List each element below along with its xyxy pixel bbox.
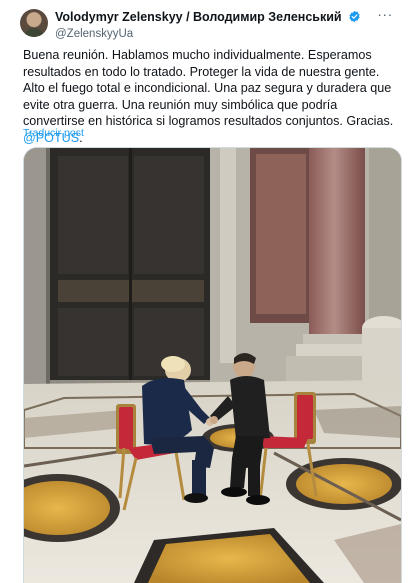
post-text-main: Buena reunión. Hablamos mucho individual… [23, 48, 394, 129]
author-handle[interactable]: @ZelenskyyUa [55, 27, 361, 42]
photo-illustration [24, 148, 401, 583]
author-avatar[interactable] [20, 9, 48, 37]
avatar-shirt [24, 28, 44, 37]
verified-badge-icon [349, 11, 360, 23]
post-photo[interactable] [23, 147, 402, 583]
more-options-icon[interactable]: ··· [376, 7, 394, 22]
translate-post-link[interactable]: Traducir post [23, 127, 84, 139]
post-card: Volodymyr Zelenskyy / Володимир Зеленськ… [0, 0, 420, 583]
author-block: Volodymyr Zelenskyy / Володимир Зеленськ… [55, 8, 361, 42]
author-name[interactable]: Volodymyr Zelenskyy / Володимир Зеленськ… [55, 9, 342, 25]
